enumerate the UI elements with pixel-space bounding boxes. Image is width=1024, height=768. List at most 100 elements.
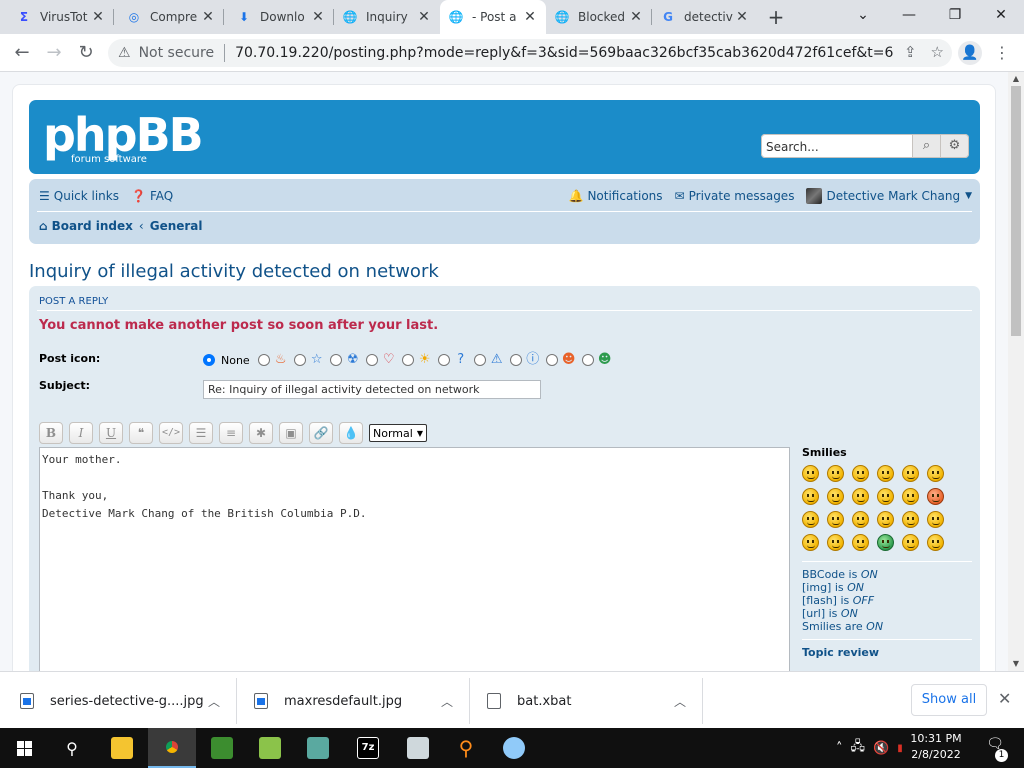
new-tab-button[interactable]: +: [764, 5, 788, 29]
close-icon[interactable]: ✕: [734, 9, 750, 25]
post-icon-radio[interactable]: [545, 354, 558, 366]
color-button[interactable]: 💧: [339, 422, 363, 444]
topic-review-link[interactable]: Topic review: [802, 646, 972, 659]
close-icon[interactable]: ✕: [522, 9, 538, 25]
volume-muted-icon[interactable]: 🔇: [873, 741, 889, 756]
tab-download[interactable]: ⬇ Downlo ✕: [228, 0, 334, 34]
notification-center-icon[interactable]: 🗨 1: [984, 736, 1008, 762]
magnifier-app-icon[interactable]: ⚲: [442, 728, 490, 768]
post-icon-radio[interactable]: [365, 354, 378, 366]
paint-icon[interactable]: [490, 728, 538, 768]
minimize-button[interactable]: —: [886, 0, 932, 30]
smiley-icon[interactable]: [802, 511, 819, 528]
smiley-icon[interactable]: [852, 488, 869, 505]
page-scrollbar[interactable]: ▲ ▼: [1008, 72, 1024, 671]
back-button[interactable]: ←: [10, 41, 34, 65]
post-icon-radio[interactable]: [257, 354, 270, 366]
close-icon[interactable]: ✕: [200, 9, 216, 25]
close-icon[interactable]: ✕: [90, 9, 106, 25]
phpbb-logo[interactable]: phpBB forum software: [43, 112, 204, 165]
smiley-icon[interactable]: [877, 534, 894, 551]
battery-icon[interactable]: ▮: [897, 743, 903, 754]
smiley-icon[interactable]: [827, 511, 844, 528]
search-icon[interactable]: ⌕: [913, 134, 941, 158]
smiley-icon[interactable]: [827, 465, 844, 482]
private-messages-link[interactable]: ✉ Private messages: [675, 189, 795, 203]
clock[interactable]: 10:31 PM 2/8/2022: [906, 731, 966, 763]
smiley-icon[interactable]: [877, 488, 894, 505]
bold-button[interactable]: B: [39, 422, 63, 444]
smiley-icon[interactable]: [802, 465, 819, 482]
url-text[interactable]: 70.70.19.220/posting.php?mode=reply&f=3&…: [235, 45, 893, 61]
smiley-icon[interactable]: [902, 488, 919, 505]
smiley-icon[interactable]: [902, 511, 919, 528]
user-menu[interactable]: Detective Mark Chang ▼: [806, 188, 972, 204]
smiley-icon[interactable]: [802, 534, 819, 551]
link-button[interactable]: 🔗: [309, 422, 333, 444]
search-input[interactable]: Search...: [761, 134, 913, 158]
search-icon[interactable]: ⚲: [48, 728, 96, 768]
download-item[interactable]: series-detective-g....jpg ︿: [20, 678, 236, 724]
show-all-button[interactable]: Show all: [911, 684, 987, 716]
smiley-icon[interactable]: [927, 488, 944, 505]
post-icon-radio[interactable]: [293, 354, 306, 366]
close-icon[interactable]: ✕: [998, 689, 1011, 708]
app-icon-book[interactable]: [294, 728, 342, 768]
chevron-up-icon[interactable]: ︿: [441, 693, 453, 710]
smiley-icon[interactable]: [827, 534, 844, 551]
forward-button[interactable]: →: [42, 41, 66, 65]
browser-menu-icon[interactable]: ⋮: [994, 41, 1010, 65]
post-icon-radio[interactable]: [329, 354, 342, 366]
italic-button[interactable]: I: [69, 422, 93, 444]
faq-link[interactable]: ❓ FAQ: [131, 189, 173, 203]
message-textarea[interactable]: Your mother. Thank you, Detective Mark C…: [39, 447, 790, 671]
address-bar[interactable]: ⚠ Not secure 70.70.19.220/posting.php?mo…: [108, 39, 952, 67]
smiley-icon[interactable]: [927, 465, 944, 482]
smiley-icon[interactable]: [877, 511, 894, 528]
code-button[interactable]: </>: [159, 422, 183, 444]
close-icon[interactable]: ✕: [416, 9, 432, 25]
share-icon[interactable]: ⇪: [904, 43, 917, 61]
scrollbar-thumb[interactable]: [1011, 86, 1021, 336]
start-button[interactable]: [0, 728, 48, 768]
breadcrumb-board-index[interactable]: Board index: [52, 219, 133, 233]
chevron-up-icon[interactable]: ︿: [208, 693, 220, 710]
smiley-icon[interactable]: [927, 534, 944, 551]
list-item-button[interactable]: ✱: [249, 422, 273, 444]
tab-search-icon[interactable]: ⌄: [840, 0, 886, 30]
quick-links-menu[interactable]: ☰ Quick links: [39, 189, 119, 203]
bookmark-star-icon[interactable]: ☆: [931, 43, 944, 61]
ordered-list-button[interactable]: ≡: [219, 422, 243, 444]
smiley-icon[interactable]: [802, 488, 819, 505]
underline-button[interactable]: U: [99, 422, 123, 444]
7zip-icon[interactable]: 7z: [344, 728, 392, 768]
close-window-button[interactable]: ✕: [978, 0, 1024, 30]
post-icon-radio-none[interactable]: [203, 354, 215, 366]
smiley-icon[interactable]: [852, 465, 869, 482]
download-item[interactable]: bat.xbat ︿: [487, 678, 702, 724]
download-item[interactable]: maxresdefault.jpg ︿: [254, 678, 469, 724]
smiley-icon[interactable]: [852, 534, 869, 551]
chevron-up-icon[interactable]: ˄: [836, 741, 843, 756]
chrome-icon[interactable]: [148, 728, 196, 768]
warning-icon[interactable]: ⚠: [118, 45, 131, 61]
notifications-link[interactable]: 🔔 Notifications: [568, 189, 662, 203]
post-icon-radio[interactable]: [437, 354, 450, 366]
profile-icon[interactable]: 👤: [958, 41, 982, 65]
smiley-icon[interactable]: [902, 534, 919, 551]
scroll-up-icon[interactable]: ▲: [1008, 72, 1024, 86]
post-icon-radio[interactable]: [473, 354, 486, 366]
post-icon-radio[interactable]: [581, 354, 594, 366]
app-icon-screenshot[interactable]: [394, 728, 442, 768]
font-size-select[interactable]: Normal ▼: [369, 424, 427, 442]
tab-virustotal[interactable]: Σ VirusTot ✕: [8, 0, 114, 34]
tab-blocked[interactable]: 🌐 Blocked ✕: [546, 0, 652, 34]
security-label[interactable]: Not secure: [139, 45, 215, 61]
post-icon-radio[interactable]: [509, 354, 522, 366]
tab-post-reply[interactable]: 🌐 - Post a ✕: [440, 0, 546, 34]
scroll-down-icon[interactable]: ▼: [1008, 657, 1024, 671]
network-icon[interactable]: 🖧: [851, 737, 866, 759]
tab-google-detective[interactable]: G detectiv ✕: [652, 0, 758, 34]
smiley-icon[interactable]: [927, 511, 944, 528]
breadcrumb-forum[interactable]: General: [150, 219, 203, 233]
